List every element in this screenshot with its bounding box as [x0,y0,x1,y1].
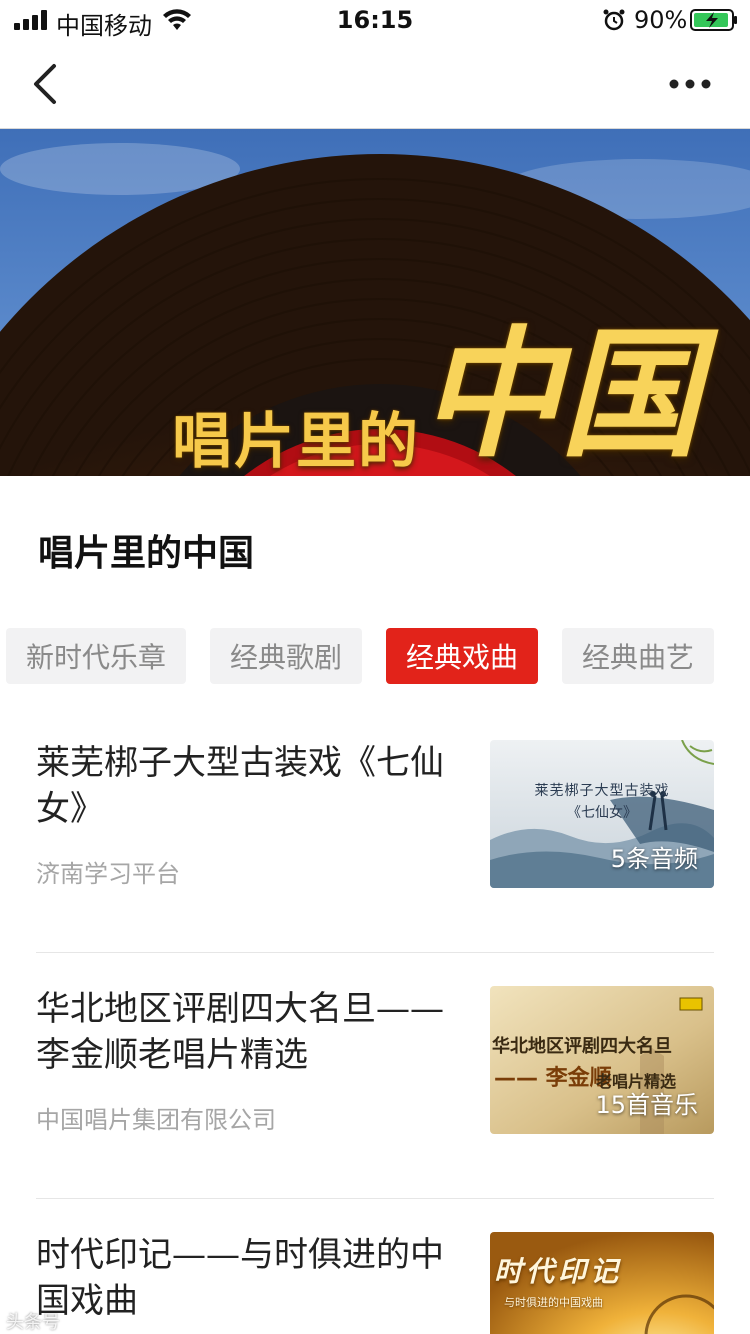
item-title: 时代印记——与时俱进的中国戏曲 [36,1235,444,1321]
divider [36,952,714,953]
nav-bar [0,40,750,129]
item-thumbnail: 时代印记 与时俱进的中国戏曲 [490,1232,714,1334]
audio-count-badge: 5条音频 [610,845,698,873]
signal-icon [14,10,47,30]
thumb-caption-line2: 与时俱进的中国戏曲 [504,1296,603,1309]
item-thumbnail: 莱芜梆子大型古装戏 《七仙女》 5条音频 [490,740,714,888]
thumb-caption-line2: 《七仙女》 [567,805,637,821]
item-title: 莱芜梆子大型古装戏《七仙女》 [36,743,444,829]
page-title: 唱片里的中国 [38,532,255,574]
tab-classic-opera[interactable]: 经典歌剧 [210,628,362,684]
thumb-caption-line1: 华北地区评剧四大名旦 [492,1036,672,1057]
tab-classic-xiqu[interactable]: 经典戏曲 [386,628,538,684]
status-bar: 中国移动 16:15 90% [0,0,750,40]
tab-new-era[interactable]: 新时代乐章 [6,628,186,684]
more-dots-icon[interactable] [664,64,716,104]
category-tabs: 新时代乐章 经典歌剧 经典戏曲 经典曲艺 [0,628,750,684]
divider [36,1198,714,1199]
list-item[interactable]: 华北地区评剧四大名旦——李金顺老唱片精选 中国唱片集团有限公司 华北地区评剧四大… [36,986,714,1136]
item-source: 中国唱片集团有限公司 [36,1106,276,1134]
watermark-logo: 头条号 [6,1312,60,1333]
carrier-name: 中国移动 [56,12,152,40]
battery-percent: 90% [634,6,688,34]
item-source: 济南学习平台 [36,860,180,888]
item-thumbnail: 华北地区评剧四大名旦 —— 李金顺 老唱片精选 15首音乐 [490,986,714,1134]
audio-count-badge: 15首音乐 [595,1091,698,1119]
thumb-caption-line1: 时代印记 [494,1255,623,1288]
banner-title-small: 唱片里的 [172,407,420,476]
thumb-caption-line1: 莱芜梆子大型古装戏 [534,783,670,799]
banner-image: 唱片里的 中国 [0,129,750,476]
tab-classic-quyi[interactable]: 经典曲艺 [562,628,714,684]
list-item[interactable]: 时代印记——与时俱进的中国戏曲 时代印记 与时俱进的中国戏曲 [36,1232,714,1334]
item-title: 华北地区评剧四大名旦——李金顺老唱片精选 [36,989,444,1075]
wifi-icon [163,9,191,30]
list-item[interactable]: 莱芜梆子大型古装戏《七仙女》 济南学习平台 莱芜梆子大型古装戏 《七仙女》 5条… [36,740,714,890]
alarm-icon [603,9,625,31]
thumb-caption-line2: —— 李金顺 [494,1066,612,1091]
banner-title-big: 中国 [420,313,701,476]
back-chevron-icon[interactable] [28,62,68,106]
battery-charging-icon [690,9,737,31]
